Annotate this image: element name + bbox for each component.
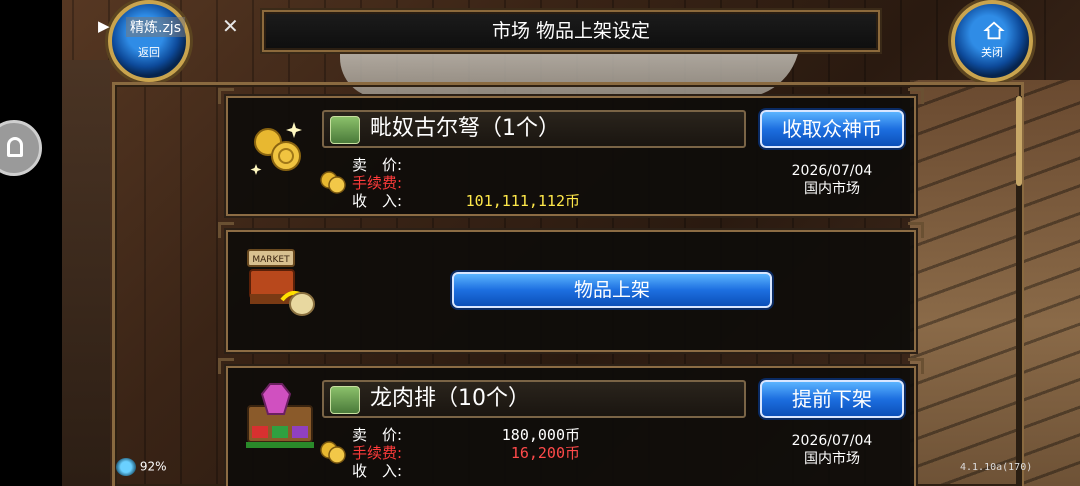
system-side-bar [0, 0, 62, 486]
collect-coins-button[interactable]: 收取众神币 [760, 110, 904, 148]
income-label: 收 入: [352, 192, 403, 210]
sell-price-label: 卖 价: [352, 156, 403, 174]
fee-row: 手续费: [352, 174, 442, 192]
listing-card: 毗奴古尔弩（1个） 收取众神币 卖 价: 手续费: 收 入: 101,111,1… [218, 88, 924, 216]
income-row: 收 入: [352, 462, 442, 480]
close-button[interactable]: 关闭 [951, 0, 1033, 82]
version-label: 4.1.10a(170) [960, 462, 1033, 473]
listing-card: 龙肉排（10个） 提前下架 卖 价: 180,000币 手续费: 16,200币… [218, 358, 924, 486]
crossbow-icon [330, 116, 360, 144]
sell-price-label: 卖 价: [352, 426, 403, 444]
script-overlay: ▶ 精炼.zjs ✕ [70, 8, 250, 44]
income-label: 收 入: [352, 462, 403, 480]
delist-early-button[interactable]: 提前下架 [760, 380, 904, 418]
overlay-close-icon[interactable]: ✕ [222, 14, 239, 38]
battery-level: 92% [139, 459, 167, 474]
coin-icon [320, 441, 346, 464]
battery-icon [116, 458, 136, 476]
item-name: 毗奴古尔弩（1个） [370, 116, 560, 141]
page-title: 市场 物品上架设定 [262, 10, 880, 52]
item-name-box: 毗奴古尔弩（1个） [322, 110, 746, 148]
income-value: 101,111,112币 [465, 192, 580, 210]
back-label: 返回 [138, 46, 160, 59]
sell-price-row: 卖 价: [352, 156, 442, 174]
meat-pot-icon [330, 386, 360, 414]
item-name-box: 龙肉排（10个） [322, 380, 746, 418]
income-row: 收 入: [352, 192, 442, 210]
sell-price-row: 卖 价: [352, 426, 442, 444]
listing-market: 国内市场 [804, 181, 860, 197]
home-icon [983, 21, 1005, 40]
fee-value: 16,200币 [510, 444, 580, 462]
battery-indicator: 92% [116, 458, 167, 476]
sell-price-value: 180,000币 [501, 426, 580, 444]
play-icon[interactable]: ▶ [98, 17, 110, 35]
market-stall-icon: MARKET [247, 249, 315, 316]
fee-row: 手续费: [352, 444, 442, 462]
listing-date: 2026/07/04 [791, 163, 873, 179]
scrollbar-thumb[interactable] [1016, 96, 1022, 186]
fee-label: 手续费: [352, 174, 403, 192]
market-stall-icon [246, 383, 314, 448]
close-label: 关闭 [981, 46, 1003, 59]
fee-label: 手续费: [352, 444, 403, 462]
item-name: 龙肉排（10个） [370, 386, 530, 411]
new-listing-card: MARKET 物品上架 [218, 222, 924, 352]
script-file-name: 精炼.zjs [126, 17, 185, 37]
listing-date: 2026/07/04 [791, 433, 873, 449]
coin-icon [320, 171, 346, 194]
list-item-button[interactable]: 物品上架 [452, 272, 772, 308]
listing-market: 国内市场 [804, 451, 860, 467]
coin-stack-icon [250, 122, 302, 175]
market-sign-text: MARKET [252, 255, 290, 265]
